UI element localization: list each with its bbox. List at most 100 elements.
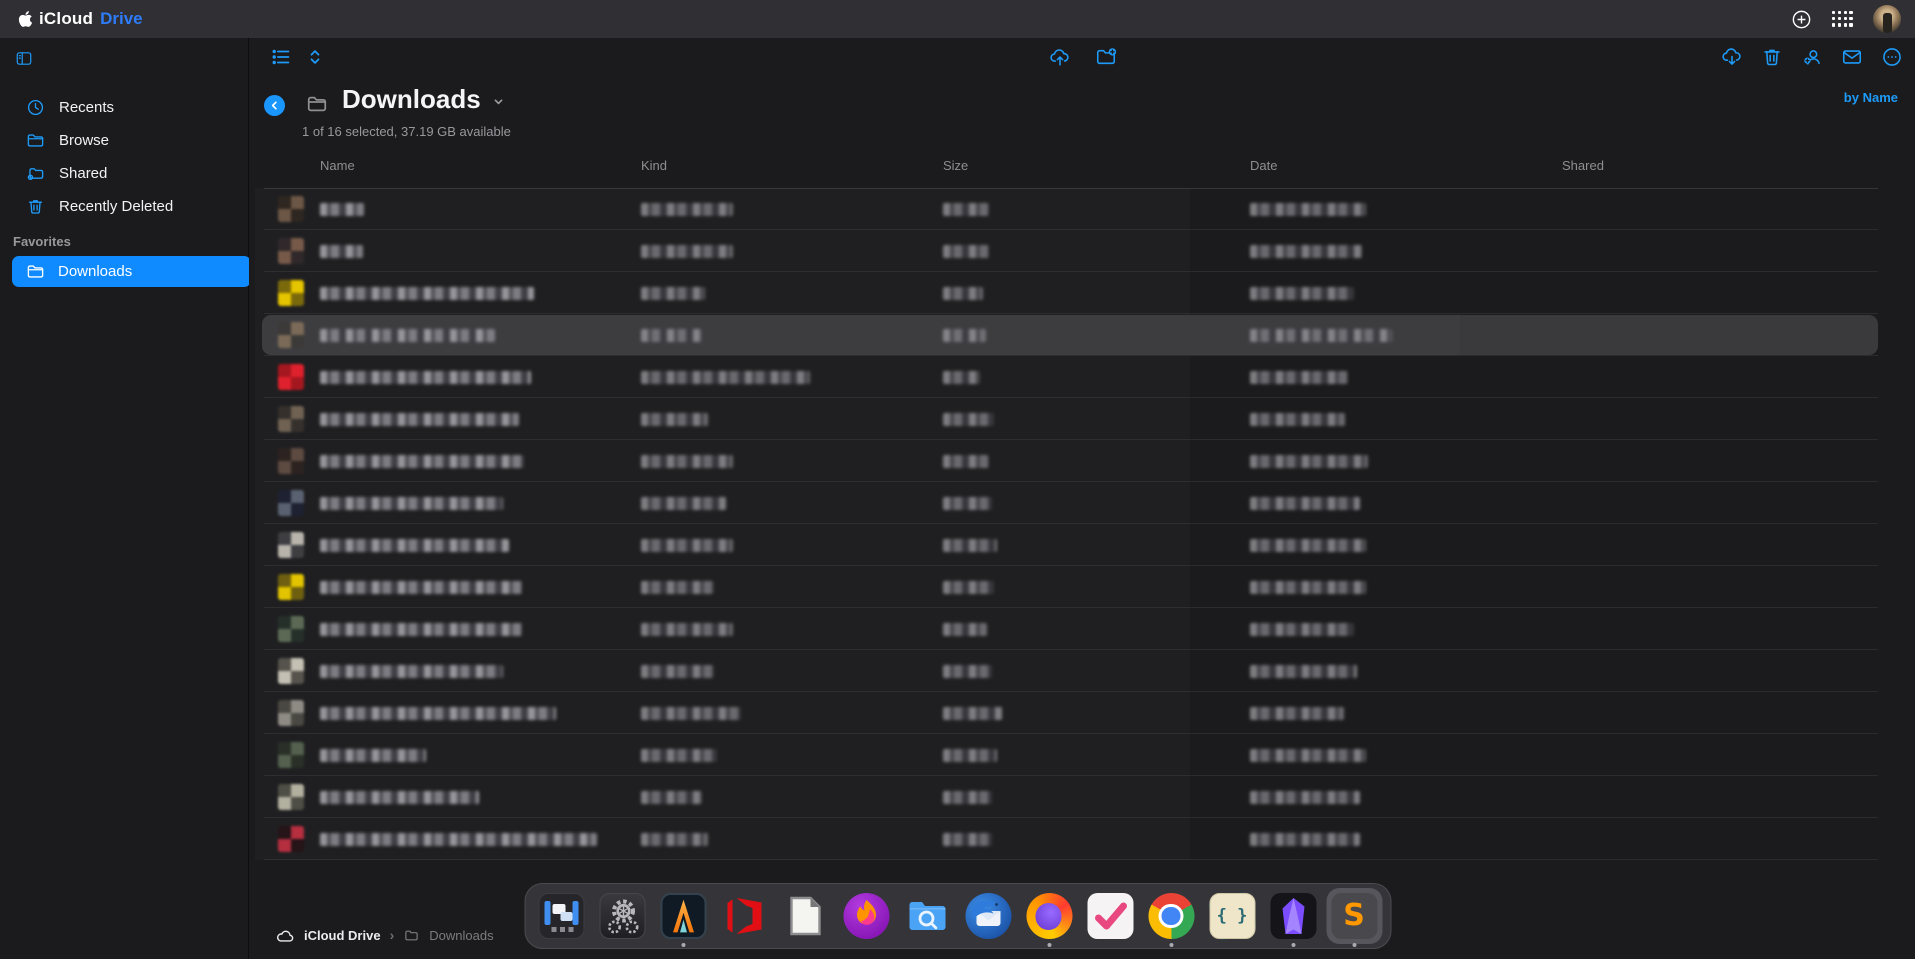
- file-row[interactable]: [249, 314, 1915, 356]
- file-row[interactable]: [249, 440, 1915, 482]
- dock-icon-todo-checkmark[interactable]: [1087, 893, 1133, 939]
- thunderbird-icon: [965, 893, 1011, 939]
- sidebar-item-label: Shared: [59, 165, 107, 182]
- trash-icon: [26, 197, 45, 216]
- column-header-kind[interactable]: Kind: [641, 158, 667, 173]
- sidebar-item-browse[interactable]: Browse: [0, 124, 248, 157]
- add-circle-icon[interactable]: [1791, 9, 1812, 30]
- file-row[interactable]: [249, 776, 1915, 818]
- file-name-redacted: [320, 623, 522, 636]
- file-row[interactable]: [249, 524, 1915, 566]
- sort-by-label[interactable]: by Name: [1844, 90, 1898, 105]
- file-size-redacted: [943, 329, 986, 342]
- dock-icon-alacritty-terminal[interactable]: [660, 893, 706, 939]
- file-name-redacted: [320, 329, 495, 342]
- file-thumbnail: [278, 700, 304, 726]
- dock-icon-red-media-app[interactable]: [721, 893, 767, 939]
- page-title-block: Downloads: [342, 84, 506, 115]
- document-icon: [782, 893, 828, 939]
- file-kind-redacted: [641, 665, 714, 678]
- topbar-actions: [1791, 5, 1901, 33]
- file-row[interactable]: [249, 356, 1915, 398]
- file-date-redacted: [1250, 371, 1348, 384]
- back-button[interactable]: [264, 95, 285, 116]
- file-name-redacted: [320, 245, 363, 258]
- file-row[interactable]: [249, 230, 1915, 272]
- file-row[interactable]: [249, 608, 1915, 650]
- file-row[interactable]: [249, 650, 1915, 692]
- breadcrumb-separator: ›: [390, 927, 395, 943]
- dock-icon-window-tiles[interactable]: [538, 893, 584, 939]
- dock-icon-gears-utility[interactable]: [599, 893, 645, 939]
- chevron-down-icon[interactable]: [491, 94, 506, 109]
- file-size-redacted: [943, 623, 987, 636]
- file-name-redacted: [320, 455, 524, 468]
- breadcrumb-root[interactable]: iCloud Drive: [304, 928, 381, 943]
- folder-icon: [403, 928, 420, 943]
- file-row[interactable]: [249, 272, 1915, 314]
- file-thumbnail: [278, 574, 304, 600]
- sidebar-item-recents[interactable]: Recents: [0, 91, 248, 124]
- dock-icon-document-editor[interactable]: [782, 893, 828, 939]
- dock-icon-obsidian-notes[interactable]: [1270, 893, 1316, 939]
- file-size-redacted: [943, 749, 997, 762]
- dock-icon-file-search[interactable]: [904, 893, 950, 939]
- sidebar-item-downloads[interactable]: Downloads: [12, 256, 251, 287]
- column-header-shared[interactable]: Shared: [1562, 158, 1604, 173]
- file-thumbnail: [278, 658, 304, 684]
- file-date-redacted: [1250, 497, 1360, 510]
- file-date-redacted: [1250, 203, 1366, 216]
- column-header-name[interactable]: Name: [320, 158, 355, 173]
- file-name-redacted: [320, 791, 479, 804]
- file-kind-redacted: [641, 791, 702, 804]
- file-row[interactable]: [249, 188, 1915, 230]
- file-row[interactable]: [249, 818, 1915, 860]
- dock-icon-thunderbird-mail[interactable]: [965, 893, 1011, 939]
- apps-grid-icon[interactable]: [1832, 11, 1853, 28]
- dock-icon-chrome-browser[interactable]: [1148, 893, 1194, 939]
- file-name-redacted: [320, 287, 534, 300]
- new-folder-icon[interactable]: [1095, 46, 1117, 68]
- dock-icon-firefox-browser[interactable]: [1026, 893, 1072, 939]
- file-row[interactable]: [249, 398, 1915, 440]
- file-kind-redacted: [641, 833, 708, 846]
- list-view-icon[interactable]: [270, 46, 292, 68]
- sort-control-icon[interactable]: [304, 46, 326, 68]
- cloud-upload-icon[interactable]: [1049, 46, 1071, 68]
- flame-icon: [843, 893, 889, 939]
- file-thumbnail: [278, 784, 304, 810]
- file-row[interactable]: [249, 482, 1915, 524]
- file-name-redacted: [320, 581, 522, 594]
- column-header-date[interactable]: Date: [1250, 158, 1277, 173]
- dock-icon-code-braces[interactable]: { }: [1209, 893, 1255, 939]
- file-row[interactable]: [249, 692, 1915, 734]
- trash-icon[interactable]: [1761, 46, 1783, 68]
- file-date-redacted: [1250, 707, 1344, 720]
- more-circle-icon[interactable]: [1881, 46, 1903, 68]
- file-thumbnail: [278, 742, 304, 768]
- dock-icon-flame-browser[interactable]: [843, 893, 889, 939]
- user-avatar[interactable]: [1873, 5, 1901, 33]
- file-kind-redacted: [641, 497, 726, 510]
- file-row[interactable]: [249, 566, 1915, 608]
- dock-icon-sublime-text[interactable]: S: [1331, 893, 1377, 939]
- file-size-redacted: [943, 203, 989, 216]
- cloud-download-icon[interactable]: [1721, 46, 1743, 68]
- column-header-size[interactable]: Size: [943, 158, 968, 173]
- sidebar-item-shared[interactable]: Shared: [0, 157, 248, 190]
- running-indicator: [1169, 943, 1173, 947]
- file-row[interactable]: [249, 734, 1915, 776]
- body: Recents Browse Shared Recently Deleted F…: [0, 38, 1915, 959]
- sidebar-item-recently-deleted[interactable]: Recently Deleted: [0, 190, 248, 223]
- add-person-icon[interactable]: [1801, 46, 1823, 68]
- sidebar-toggle-icon[interactable]: [14, 50, 34, 67]
- app-name-accent: Drive: [100, 9, 143, 29]
- obsidian-icon: [1270, 893, 1316, 939]
- file-kind-redacted: [641, 329, 702, 342]
- file-name-redacted: [320, 371, 531, 384]
- file-name-redacted: [320, 707, 556, 720]
- file-thumbnail: [278, 238, 304, 264]
- file-date-redacted: [1250, 329, 1392, 342]
- folder-icon: [26, 262, 45, 281]
- mail-icon[interactable]: [1841, 46, 1863, 68]
